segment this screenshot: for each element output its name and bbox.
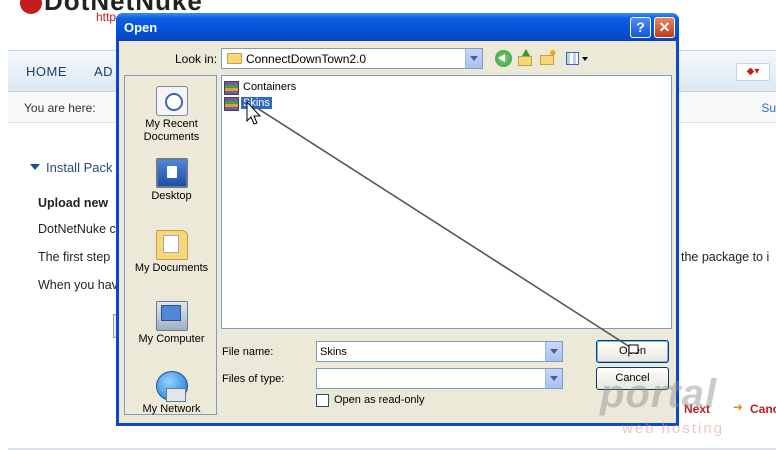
place-desktop[interactable]: Desktop [125,152,218,218]
nav-home[interactable]: HOME [26,64,67,79]
files-of-type-dropdown[interactable] [316,368,563,389]
up-folder-icon[interactable] [517,49,534,67]
chevron-down-icon[interactable] [545,342,562,361]
dotnetnuke-logo-icon [20,0,42,14]
intro-text: DotNetNuke c [38,222,116,236]
read-only-checkbox[interactable] [316,394,329,407]
file-name-input[interactable] [320,344,540,359]
read-only-label: Open as read-only [334,394,425,406]
new-folder-icon[interactable]: ✸ [539,50,557,67]
desktop-icon [156,158,188,188]
place-my-documents[interactable]: My Documents [125,224,218,290]
place-label: My Recent Documents [143,118,200,143]
cancel-link[interactable]: Canc [750,402,776,416]
nav-admin[interactable]: AD [94,64,113,79]
place-label: My Computer [138,333,205,345]
help-button[interactable]: ? [630,17,651,38]
cancel-arrow-icon: ➜ [733,400,744,414]
section-title-text: Install Pack [46,160,113,175]
back-icon[interactable] [495,50,512,67]
files-of-type-label: Files of type: [222,373,285,385]
places-bar: My Recent Documents Desktop My Documents… [124,75,217,415]
file-name-combo[interactable] [316,341,563,362]
file-name-label: File name: [222,346,274,358]
breadcrumb-right-link[interactable]: Su [761,101,776,115]
file-name: Containers [243,81,297,93]
first-step-text: The first step [38,250,111,264]
place-label: My Documents [134,262,209,274]
open-dialog: Open ? ✕ Look in: ConnectDownTown2.0 ✸ M… [116,13,679,426]
my-documents-icon [156,230,188,260]
place-my-recent-documents[interactable]: My Recent Documents [125,80,218,146]
look-in-label: Look in: [175,52,218,66]
archive-icon [224,97,239,111]
breadcrumb-label: You are here: [24,101,96,115]
close-button[interactable]: ✕ [654,17,675,38]
collapse-triangle-icon [30,164,40,170]
my-network-icon [156,371,188,402]
recent-documents-icon [156,86,188,116]
when-you-have-text: When you hav [38,278,118,292]
archive-icon [224,81,239,95]
site-url: http [96,10,117,24]
chevron-down-icon[interactable] [465,49,482,68]
file-list[interactable]: Containers Skins [221,75,672,329]
watermark-logo: portal [600,372,718,416]
file-name: Skins [241,97,272,109]
views-menu-icon[interactable] [565,50,589,67]
place-my-network[interactable]: My Network [125,365,218,431]
folder-icon [227,53,242,64]
language-flag-icon[interactable]: ◆▾ [736,63,770,81]
dialog-title-bar[interactable]: Open ? ✕ [116,13,679,41]
watermark-tagline: web hosting [622,420,725,437]
place-label: Desktop [151,190,192,202]
open-button[interactable]: Open [596,340,669,363]
my-computer-icon [156,301,188,331]
upload-heading: Upload new [38,196,109,210]
first-step-text-right: the package to i [681,250,770,264]
install-package-section[interactable]: Install Pack [30,160,112,175]
place-my-computer[interactable]: My Computer [125,295,218,361]
dialog-title: Open [124,20,158,35]
place-label: My Network [142,403,201,415]
look-in-dropdown[interactable]: ConnectDownTown2.0 [221,48,483,69]
look-in-value: ConnectDownTown2.0 [246,52,367,66]
chevron-down-icon[interactable] [545,369,562,388]
